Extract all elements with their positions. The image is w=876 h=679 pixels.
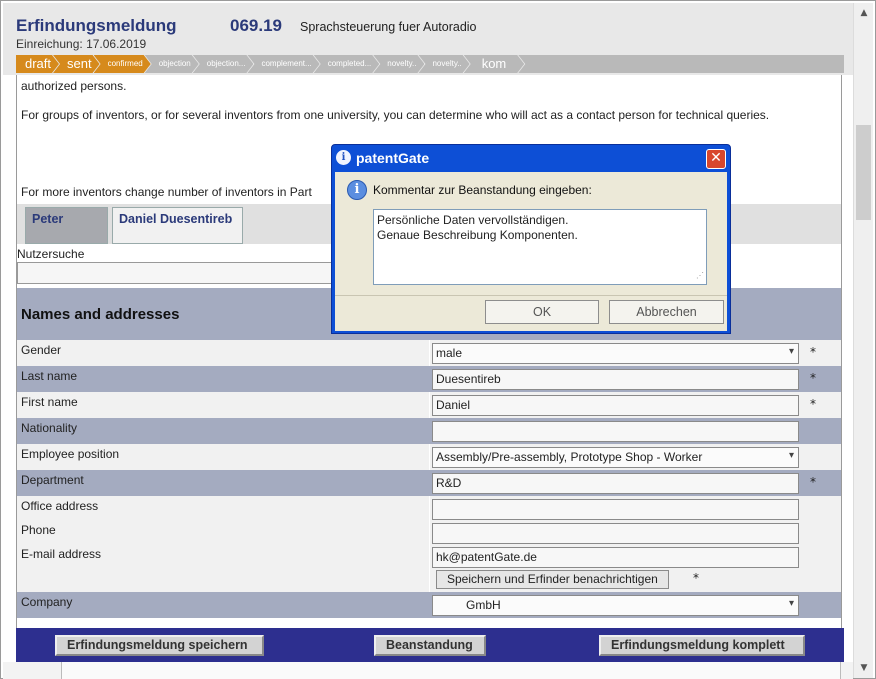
row-office-address: Office address	[17, 496, 841, 522]
row-phone: Phone	[17, 520, 841, 546]
workflow-steps: draft sent confirmed objection objection…	[16, 55, 844, 73]
scroll-up-arrow-icon[interactable]: ▲	[854, 3, 874, 23]
page-scrollbar[interactable]: ▲ ▼	[853, 3, 873, 678]
step-sent[interactable]: sent	[53, 55, 100, 73]
dialog-title: patentGate	[356, 150, 430, 166]
office-address-label: Office address	[17, 496, 429, 522]
gender-select[interactable]: male ▾	[432, 343, 799, 364]
complete-invention-button[interactable]: Erfindungsmeldung komplett	[599, 635, 805, 656]
phone-input[interactable]	[432, 523, 799, 544]
email-input[interactable]: hk@patentGate.de	[432, 547, 799, 568]
required-mark: *	[693, 571, 699, 585]
nationality-label: Nationality	[17, 418, 429, 444]
step-kom[interactable]: kom	[464, 55, 525, 73]
company-label: Company	[17, 592, 429, 618]
required-mark: *	[810, 397, 816, 411]
dialog-separator	[335, 295, 727, 296]
row-first-name: First name Daniel *	[17, 392, 841, 418]
action-bar: Erfindungsmeldung speichern Beanstandung…	[16, 628, 844, 662]
info-icon: i	[347, 180, 367, 200]
tab-daniel-duesentireb[interactable]: Daniel Duesentireb	[112, 207, 243, 244]
step-draft[interactable]: draft	[16, 55, 59, 73]
comment-textarea[interactable]: Persönliche Daten vervollständigen. Gena…	[373, 209, 707, 285]
save-and-notify-button[interactable]: Speichern und Erfinder benachrichtigen	[436, 570, 669, 589]
gender-label: Gender	[17, 340, 429, 366]
row-employee-position: Employee position Assembly/Pre-assembly,…	[17, 444, 841, 470]
ok-button[interactable]: OK	[485, 300, 599, 324]
dialog-body: i Kommentar zur Beanstandung eingeben: P…	[335, 172, 727, 331]
employee-position-select[interactable]: Assembly/Pre-assembly, Prototype Shop - …	[432, 447, 799, 468]
step-objection-2[interactable]: objection...	[193, 55, 254, 73]
text-contact-person: For groups of inventors, or for several …	[21, 108, 770, 122]
text-more-inventors: For more inventors change number of inve…	[21, 185, 312, 199]
bottom-strip-inner	[61, 662, 841, 679]
scroll-down-arrow-icon[interactable]: ▼	[854, 658, 874, 678]
submission-label: Einreichung:	[16, 37, 83, 51]
text-authorized: authorized persons.	[21, 79, 127, 93]
header: Erfindungsmeldung 069.19 Sprachsteuerung…	[3, 3, 853, 75]
step-complement[interactable]: complement...	[247, 55, 319, 73]
department-input[interactable]: R&D	[432, 473, 799, 494]
chevron-down-icon: ▾	[788, 598, 794, 609]
step-novelty-1[interactable]: novelty..	[373, 55, 424, 73]
company-value: GmbH	[466, 598, 501, 612]
invention-description: Sprachsteuerung fuer Autoradio	[300, 20, 477, 34]
row-department: Department R&D *	[17, 470, 841, 496]
tab-peter[interactable]: Peter	[25, 207, 108, 244]
invention-number: 069.19	[230, 16, 282, 35]
required-mark: *	[810, 475, 816, 489]
employee-position-label: Employee position	[17, 444, 429, 470]
last-name-label: Last name	[17, 366, 429, 392]
required-mark: *	[810, 345, 816, 359]
scroll-thumb[interactable]	[856, 125, 871, 220]
resize-grip-icon[interactable]: ⋰	[696, 268, 704, 283]
comment-line: Genaue Beschreibung Komponenten.	[377, 228, 578, 242]
cancel-button[interactable]: Abbrechen	[609, 300, 724, 324]
comment-line: Persönliche Daten vervollständigen.	[377, 213, 569, 227]
close-icon[interactable]: ✕	[706, 149, 726, 169]
section-title: Names and addresses	[21, 306, 180, 323]
user-search-input[interactable]	[17, 262, 343, 284]
chevron-down-icon: ▾	[788, 346, 794, 357]
step-completed[interactable]: completed...	[314, 55, 380, 73]
chevron-down-icon: ▾	[788, 450, 794, 461]
submission-info: Einreichung: 17.06.2019	[16, 37, 146, 51]
employee-position-value: Assembly/Pre-assembly, Prototype Shop - …	[436, 450, 703, 464]
gender-value: male	[436, 346, 463, 360]
step-tail	[518, 55, 844, 73]
page-title: Erfindungsmeldung	[16, 16, 177, 35]
company-select[interactable]: GmbH ▾	[432, 595, 799, 616]
row-gender: Gender male ▾ *	[17, 340, 841, 366]
step-novelty-2[interactable]: novelty..	[418, 55, 469, 73]
save-invention-button[interactable]: Erfindungsmeldung speichern	[55, 635, 264, 656]
dialog-prompt: Kommentar zur Beanstandung eingeben:	[373, 183, 592, 197]
dialog-titlebar[interactable]: i patentGate ✕	[332, 145, 730, 172]
info-icon: i	[336, 150, 351, 165]
comment-dialog: i patentGate ✕ i Kommentar zur Beanstand…	[331, 144, 731, 334]
row-company: Company GmbH ▾	[17, 592, 841, 618]
row-email: E-mail address hk@patentGate.de Speicher…	[17, 544, 841, 592]
row-last-name: Last name Duesentireb *	[17, 366, 841, 392]
row-nationality: Nationality	[17, 418, 841, 444]
last-name-input[interactable]: Duesentireb	[432, 369, 799, 390]
submission-date: 17.06.2019	[86, 37, 147, 51]
step-confirmed[interactable]: confirmed	[94, 55, 151, 73]
step-objection[interactable]: objection	[145, 55, 199, 73]
phone-label: Phone	[17, 520, 429, 546]
objection-button[interactable]: Beanstandung	[374, 635, 486, 656]
first-name-label: First name	[17, 392, 429, 418]
first-name-input[interactable]: Daniel	[432, 395, 799, 416]
required-mark: *	[810, 371, 816, 385]
bottom-strip	[3, 662, 853, 679]
office-address-input[interactable]	[432, 499, 799, 520]
email-label: E-mail address	[17, 544, 429, 592]
nationality-input[interactable]	[432, 421, 799, 442]
department-label: Department	[17, 470, 429, 496]
user-search-label: Nutzersuche	[17, 247, 85, 261]
